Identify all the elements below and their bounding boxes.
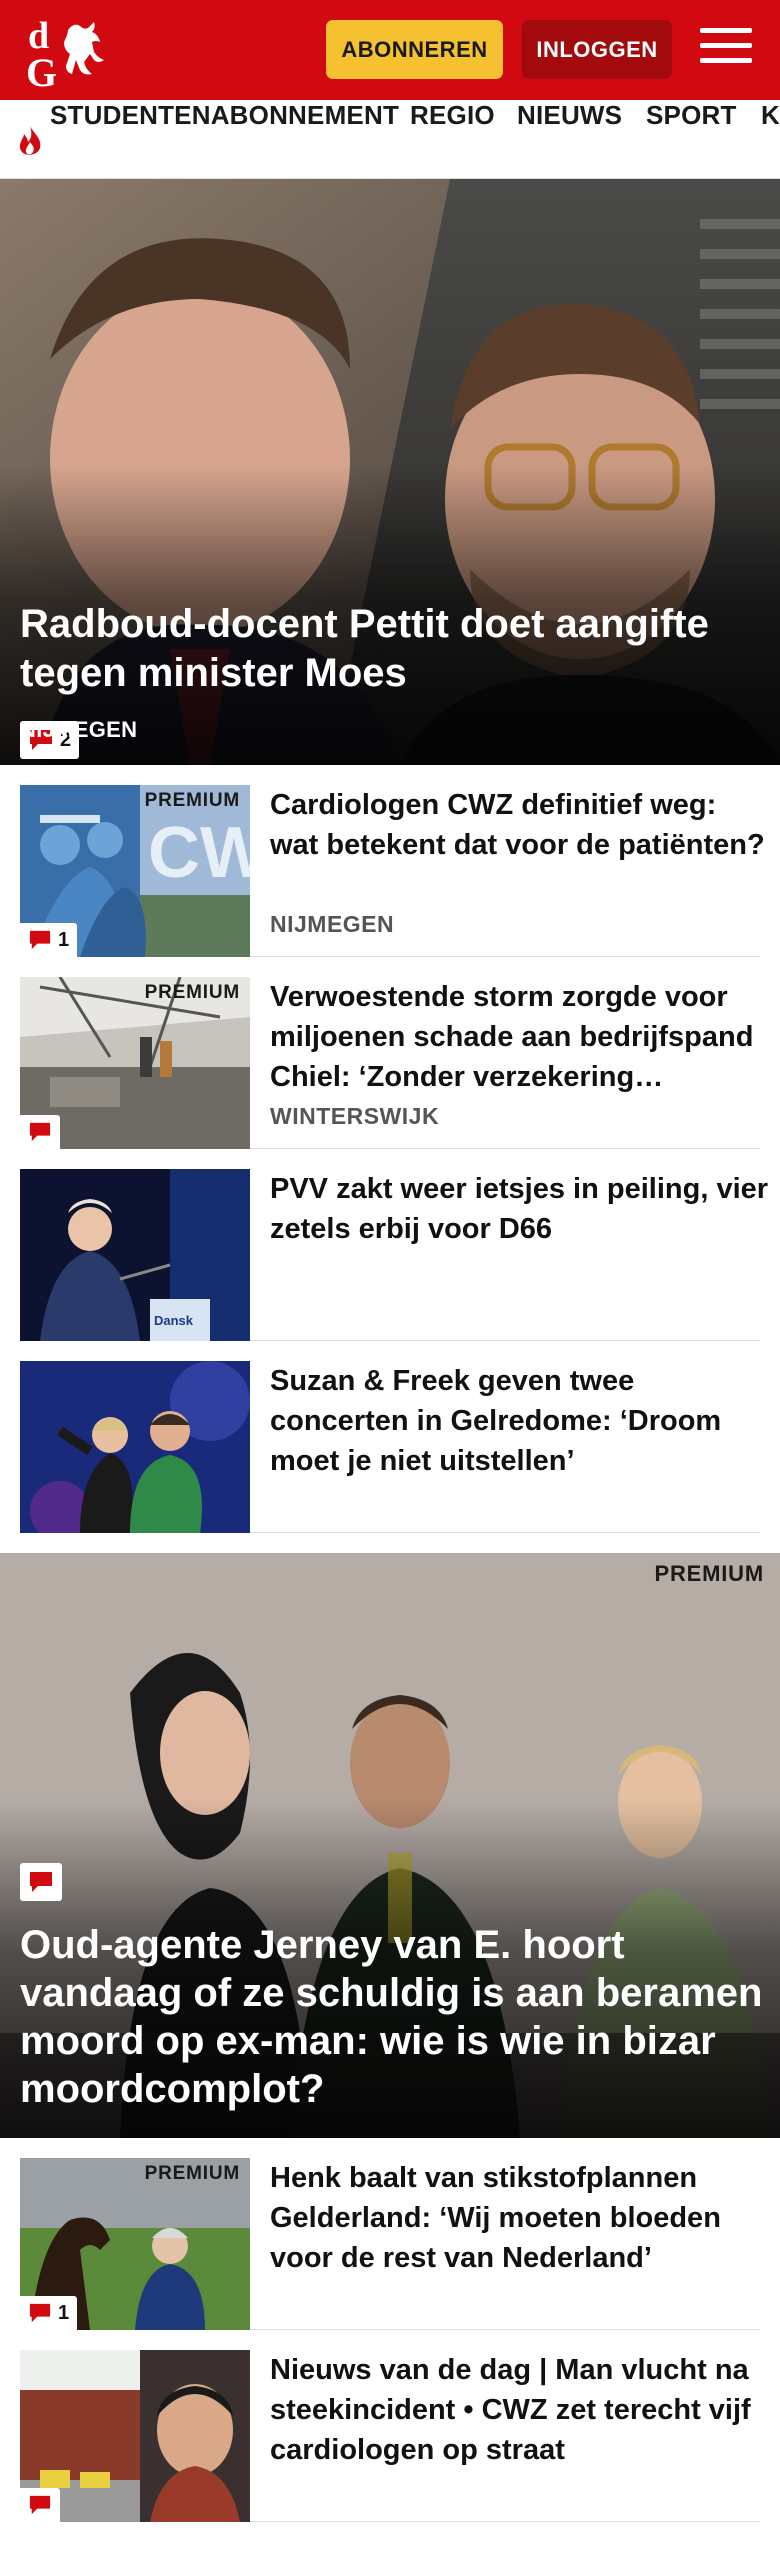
article-thumbnail: PREMIUM 1 <box>20 2158 250 2330</box>
premium-badge: PREMIUM <box>144 790 240 811</box>
comment-badge[interactable]: 1 <box>20 923 78 957</box>
comment-icon <box>29 1122 51 1142</box>
article-thumbnail: CW PREMIUM 1 <box>20 785 250 957</box>
comment-icon <box>30 1872 52 1892</box>
site-header: d G ABONNEREN INLOGGEN <box>0 0 780 100</box>
comment-badge[interactable] <box>20 1115 60 1149</box>
comment-badge[interactable] <box>20 2488 60 2522</box>
article-title[interactable]: Henk baalt van stikstofplannen Gelderlan… <box>270 2158 770 2278</box>
dg-logo[interactable]: d G <box>24 12 114 90</box>
hamburger-icon[interactable] <box>700 28 752 72</box>
list-item[interactable]: Suzan & Freek geven twee concerten in Ge… <box>20 1341 760 1533</box>
hero-article[interactable]: 2 Radboud-docent Pettit doet aangifte te… <box>0 179 780 765</box>
article-title[interactable]: Verwoestende storm zorgde voor miljoenen… <box>270 977 770 1097</box>
hero-article-2[interactable]: PREMIUM Oud-agente Jerney van E. hoort v… <box>0 1553 780 2138</box>
subscribe-button[interactable]: ABONNEREN <box>326 20 503 79</box>
article-region: NIJMEGEN <box>270 911 395 937</box>
comment-icon <box>29 2495 51 2515</box>
article-thumbnail: Dansk <box>20 1169 250 1341</box>
article-title[interactable]: Cardiologen CWZ definitief weg: wat bete… <box>270 785 770 865</box>
comment-icon <box>29 930 51 950</box>
article-title[interactable]: Suzan & Freek geven twee concerten in Ge… <box>270 1361 770 1481</box>
premium-badge: PREMIUM <box>144 982 240 1003</box>
hero-region: NIJMEGEN <box>20 717 138 742</box>
nav-item-more[interactable]: K <box>761 100 780 178</box>
article-thumbnail <box>20 1361 250 1533</box>
premium-badge: PREMIUM <box>144 2163 240 2184</box>
nav-item-sport[interactable]: SPORT <box>646 100 737 178</box>
list-item[interactable]: PREMIUM Verwoestende storm zorgde voor m… <box>20 957 760 1149</box>
list-item[interactable]: PREMIUM 1 Henk baalt van stikstofplannen… <box>20 2138 760 2330</box>
article-thumbnail <box>20 2350 250 2522</box>
premium-badge: PREMIUM <box>654 1561 764 1586</box>
article-list: CW PREMIUM 1 Cardiologen CWZ definitief … <box>0 765 780 1533</box>
hero-title[interactable]: Oud-agente Jerney van E. hoort vandaag o… <box>20 1921 770 2113</box>
login-button[interactable]: INLOGGEN <box>522 20 672 79</box>
article-thumbnail: PREMIUM <box>20 977 250 1149</box>
main-nav: STUDENTENABONNEMENT REGIO NIEUWS SPORT K <box>0 100 780 179</box>
comment-icon <box>29 2303 51 2323</box>
comment-badge[interactable] <box>20 1863 62 1901</box>
list-item[interactable]: CW PREMIUM 1 Cardiologen CWZ definitief … <box>20 765 765 957</box>
flame-icon <box>19 126 41 155</box>
hero-title[interactable]: Radboud-docent Pettit doet aangifte tege… <box>20 600 760 698</box>
nav-item-studentenabonnement[interactable]: STUDENTENABONNEMENT <box>50 100 399 178</box>
article-list-2: PREMIUM 1 Henk baalt van stikstofplannen… <box>0 2138 780 2522</box>
list-item[interactable]: Dansk PVV zakt weer ietsjes in peiling, … <box>20 1149 768 1341</box>
list-item[interactable]: Nieuws van de dag | Man vlucht na steeki… <box>20 2330 760 2522</box>
nav-item-nieuws[interactable]: NIEUWS <box>517 100 622 178</box>
article-title[interactable]: PVV zakt weer ietsjes in peiling, vier z… <box>270 1169 770 1249</box>
article-region: WINTERSWIJK <box>270 1103 440 1129</box>
comment-badge[interactable]: 1 <box>20 2296 78 2330</box>
svg-text:Dansk: Dansk <box>154 1313 194 1328</box>
comment-count: 1 <box>58 2301 70 2324</box>
comment-count: 1 <box>58 928 70 951</box>
svg-text:CW: CW <box>148 813 250 893</box>
svg-text:G: G <box>26 50 57 90</box>
article-title[interactable]: Nieuws van de dag | Man vlucht na steeki… <box>270 2350 770 2470</box>
nav-item-regio[interactable]: REGIO <box>410 100 495 178</box>
